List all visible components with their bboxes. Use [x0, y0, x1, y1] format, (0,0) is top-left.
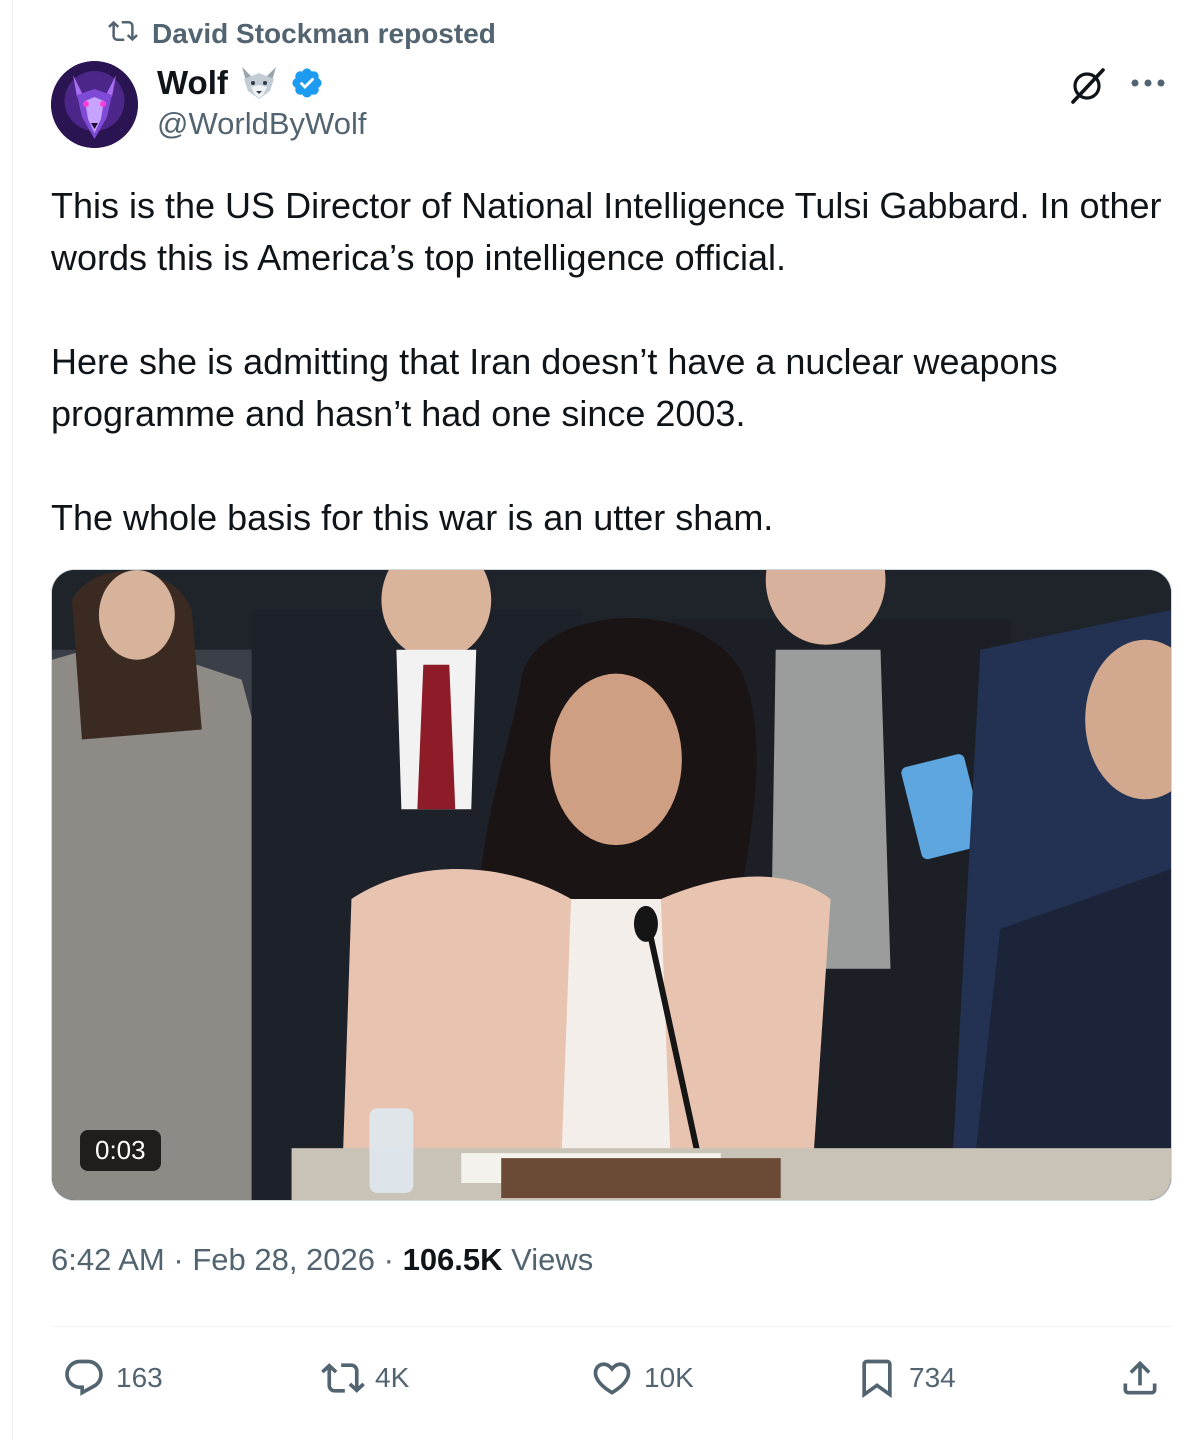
repost-context[interactable]: David Stockman reposted — [108, 16, 496, 52]
bookmark-icon — [855, 1356, 899, 1400]
author-name-row[interactable]: Wolf — [157, 60, 324, 106]
wolf-avatar[interactable] — [51, 61, 138, 148]
repost-action-icon — [321, 1356, 365, 1400]
meta-separator: · — [164, 1242, 193, 1277]
reply-count: 163 — [116, 1362, 163, 1393]
heart-icon — [590, 1356, 634, 1400]
share-button[interactable] — [1118, 1356, 1162, 1400]
views-count: 106.5K — [402, 1242, 503, 1277]
tweet-paragraph: The whole basis for this war is an utter… — [51, 497, 774, 538]
reply-icon — [62, 1356, 106, 1400]
meta-separator: · — [375, 1242, 403, 1277]
repost-label: David Stockman reposted — [152, 18, 496, 49]
tweet-paragraph: Here she is admitting that Iran doesn’t … — [51, 341, 1058, 434]
tweet-meta: 6:42 AM · Feb 28, 2026 · 106.5K Views — [51, 1242, 593, 1278]
grok-icon[interactable] — [1067, 66, 1107, 106]
repost-button[interactable]: 4K — [321, 1356, 409, 1400]
verified-badge-icon[interactable] — [290, 66, 324, 100]
timeline-border — [12, 0, 13, 1440]
wolf-emoji-icon — [238, 65, 280, 101]
video-duration: 0:03 — [80, 1130, 161, 1171]
share-icon — [1118, 1356, 1162, 1400]
repost-icon — [108, 16, 138, 53]
video-frame — [52, 570, 1171, 1200]
views-label: Views — [502, 1242, 594, 1277]
video-player[interactable]: 0:03 — [51, 569, 1172, 1201]
post-time[interactable]: 6:42 AM — [51, 1242, 165, 1277]
more-icon[interactable] — [1126, 70, 1170, 96]
actions-divider — [51, 1326, 1172, 1327]
bookmark-count: 734 — [909, 1362, 956, 1393]
reply-button[interactable]: 163 — [62, 1356, 163, 1400]
author-handle[interactable]: @WorldByWolf — [157, 106, 366, 142]
tweet-text: This is the US Director of National Inte… — [51, 180, 1171, 596]
repost-count: 4K — [375, 1362, 410, 1393]
post-date[interactable]: Feb 28, 2026 — [192, 1242, 375, 1277]
bookmark-button[interactable]: 734 — [855, 1356, 956, 1400]
tweet-paragraph: This is the US Director of National Inte… — [51, 185, 1162, 278]
like-count: 10K — [644, 1362, 694, 1393]
like-button[interactable]: 10K — [590, 1356, 694, 1400]
author-name[interactable]: Wolf — [157, 64, 228, 102]
